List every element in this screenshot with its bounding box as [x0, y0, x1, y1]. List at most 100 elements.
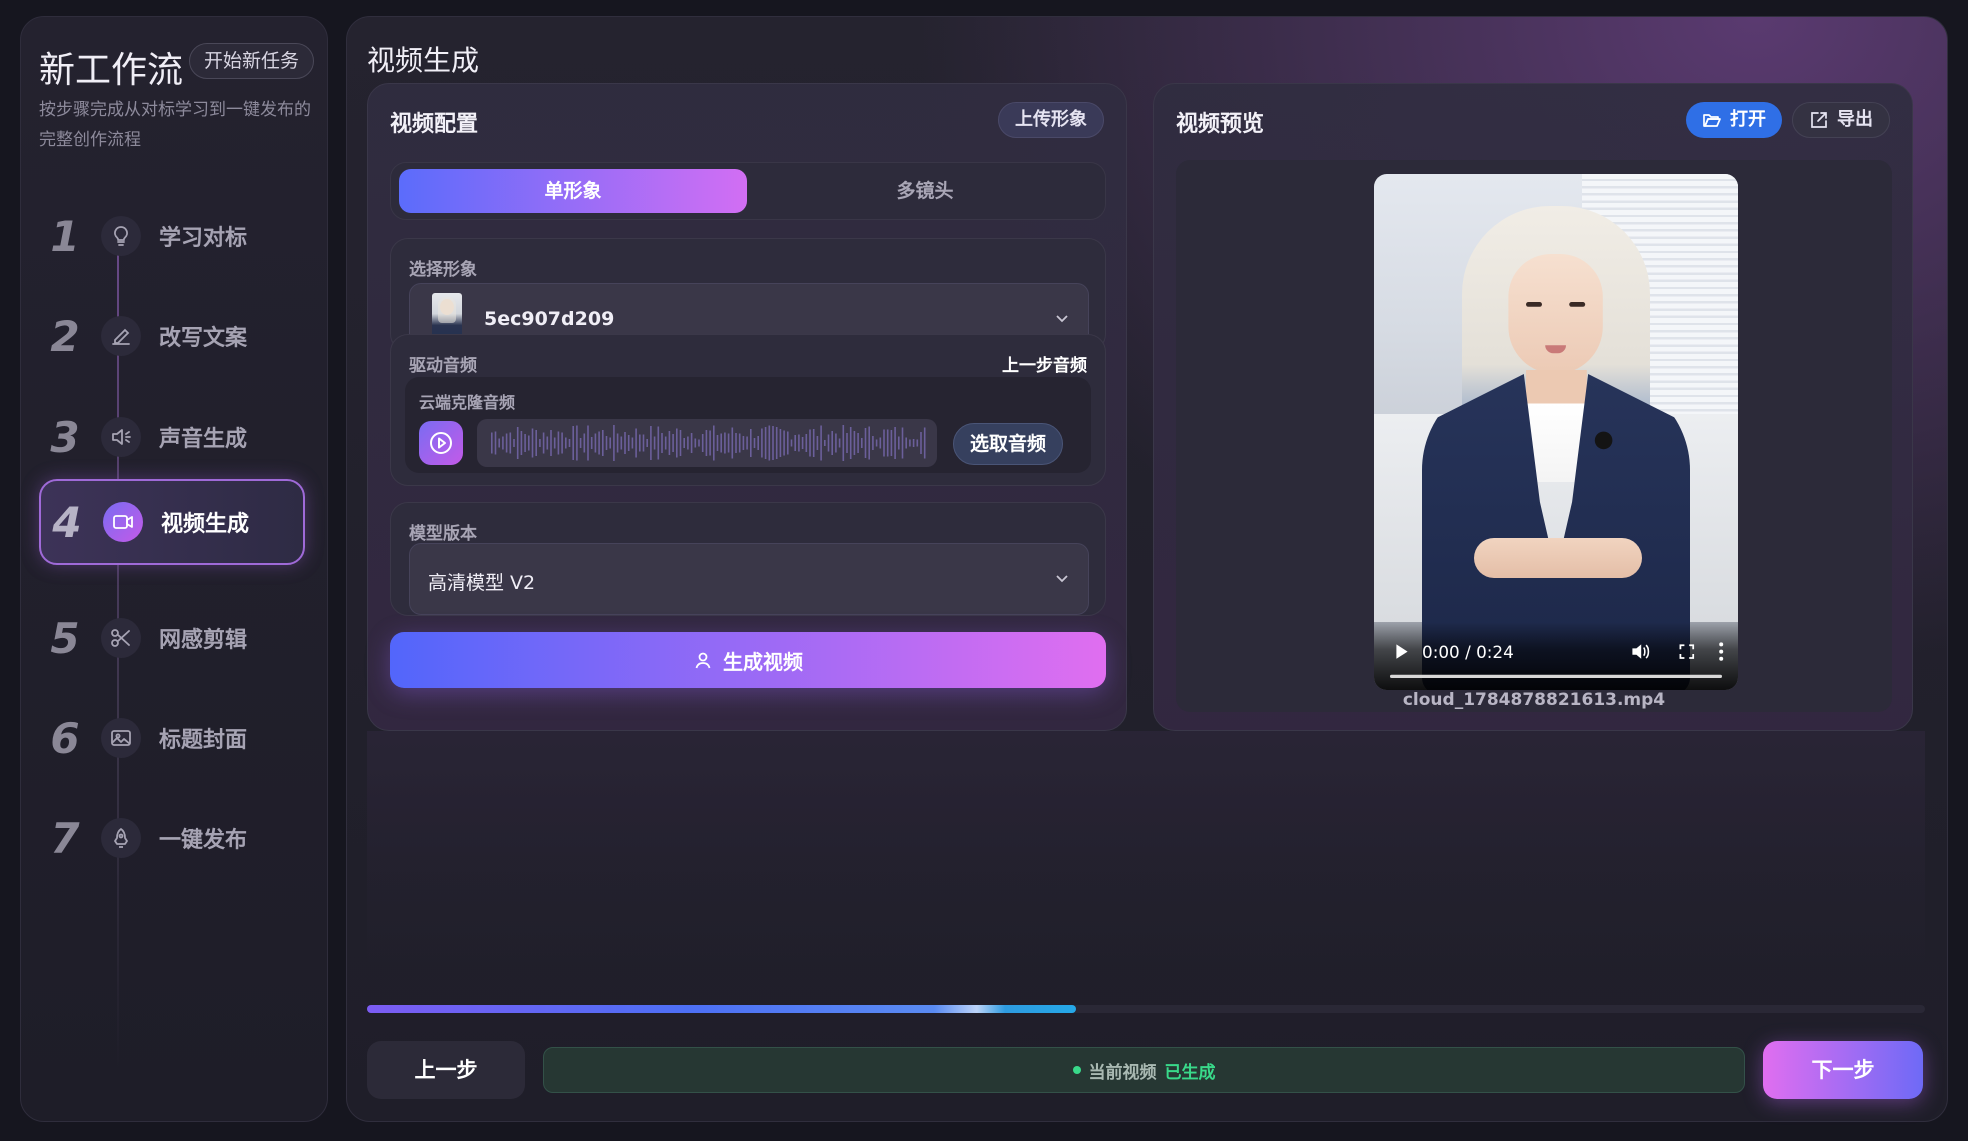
play-icon[interactable]: [1393, 643, 1409, 661]
prev-step-audio-link[interactable]: 上一步音频: [1002, 351, 1087, 376]
waveform-bar: [520, 431, 523, 455]
waveform-bar: [761, 428, 763, 458]
video-seek-bar[interactable]: [1390, 674, 1722, 678]
waveform-bar: [524, 434, 526, 452]
waveform-bar: [627, 435, 630, 451]
person-hands: [1474, 538, 1642, 578]
waveform-bar: [502, 436, 504, 450]
open-button[interactable]: 打开: [1686, 102, 1782, 138]
upload-avatar-button[interactable]: 上传形象: [998, 102, 1104, 138]
waveform-bar: [664, 436, 667, 450]
waveform-bar: [842, 425, 845, 461]
waveform-bar: [724, 432, 726, 454]
waveform-bar: [816, 436, 819, 450]
waveform-bar: [909, 439, 911, 447]
waveform-bar: [790, 439, 793, 447]
step-publish[interactable]: 7 一键发布: [39, 795, 305, 881]
pencil-icon: [101, 316, 141, 356]
model-section-label: 模型版本: [409, 524, 477, 544]
waveform-bar: [731, 427, 734, 459]
waveform-bar: [531, 428, 534, 458]
audio-section-label: 驱动音频: [409, 356, 477, 376]
waveform-bar: [505, 433, 508, 453]
waveform-bar: [809, 429, 811, 457]
volume-icon[interactable]: [1630, 641, 1651, 662]
waveform-bar: [676, 428, 678, 458]
status-bar: 当前视频 已生成: [543, 1047, 1745, 1093]
next-step-button[interactable]: 下一步: [1763, 1041, 1923, 1099]
tab-single-avatar[interactable]: 单形象: [399, 169, 747, 213]
waveform-bar: [576, 425, 578, 461]
waveform-bar: [602, 430, 604, 456]
waveform-bar: [916, 439, 919, 447]
waveform-bar: [872, 436, 874, 450]
waveform-bar: [491, 432, 493, 454]
page-title: 视频生成: [367, 44, 480, 77]
audio-source-box: 云端克隆音频 选取音频: [405, 377, 1091, 473]
model-select[interactable]: 高清模型 V2: [409, 543, 1089, 615]
image-icon: [101, 718, 141, 758]
waveform-bar: [735, 433, 737, 453]
waveform-bar: [912, 439, 915, 447]
waveform-bar: [812, 429, 815, 457]
waveform-bar: [705, 430, 708, 456]
waveform-bar: [546, 436, 549, 450]
waveform-bar: [657, 426, 660, 460]
step-video-generation[interactable]: 4 视频生成: [39, 479, 305, 565]
waveform-bar: [668, 431, 671, 455]
waveform-bar: [824, 440, 826, 446]
waveform-bar: [746, 436, 748, 450]
status-prefix: 当前视频: [1088, 1062, 1157, 1083]
step-learn-benchmark[interactable]: 1 学习对标: [39, 193, 305, 279]
config-footer-area: [367, 731, 1925, 981]
step-rewrite-copy[interactable]: 2 改写文案: [39, 293, 305, 379]
video-player[interactable]: 0:00 / 0:24: [1374, 174, 1738, 690]
lapel-mic: [1594, 431, 1613, 450]
waveform-bar: [642, 434, 645, 452]
waveform-bar: [672, 434, 674, 452]
step-voice-generation[interactable]: 3 声音生成: [39, 394, 305, 480]
more-vertical-icon[interactable]: [1718, 641, 1724, 662]
mode-segmented-control: 单形象 多镜头: [390, 162, 1106, 220]
waveform-bar: [750, 429, 752, 457]
person-face: [1508, 254, 1603, 374]
waveform-bar: [768, 425, 771, 461]
waveform-bar: [565, 437, 567, 449]
new-task-button[interactable]: 开始新任务: [189, 43, 315, 79]
workflow-progress-track: [367, 1005, 1925, 1013]
step-editing[interactable]: 5 网感剪辑: [39, 595, 305, 681]
waveform-bar: [598, 431, 600, 455]
step-number: 1: [50, 211, 80, 261]
waveform-bar: [687, 436, 689, 450]
waveform-bar: [853, 431, 856, 455]
fullscreen-icon[interactable]: [1678, 643, 1696, 661]
waveform-bar: [572, 426, 574, 460]
waveform-bar: [849, 427, 852, 459]
step-number: 4: [52, 497, 82, 547]
generate-video-label: 生成视频: [723, 649, 803, 674]
waveform-bar: [920, 432, 922, 454]
waveform-bar: [550, 430, 552, 456]
waveform-bar: [653, 436, 656, 450]
export-icon: [1811, 112, 1827, 128]
export-button[interactable]: 导出: [1792, 102, 1890, 138]
generate-video-button[interactable]: 生成视频: [390, 632, 1106, 688]
workflow-sidebar: 新工作流 开始新任务 按步骤完成从对标学习到一键发布的完整创作流程 1 学习对标…: [20, 16, 328, 1122]
prev-step-button[interactable]: 上一步: [367, 1041, 525, 1099]
waveform-bar: [894, 427, 896, 459]
waveform-bar: [650, 426, 652, 460]
waveform-bar: [605, 436, 608, 450]
video-time-display: 0:00 / 0:24: [1422, 642, 1514, 662]
waveform-bar: [683, 438, 685, 448]
step-title-cover[interactable]: 6 标题封面: [39, 695, 305, 781]
waveform-bar: [639, 434, 641, 452]
preview-title: 视频预览: [1176, 112, 1265, 137]
waveform-bar: [820, 425, 822, 461]
waveform-bar: [535, 430, 537, 456]
waveform-bar: [587, 425, 589, 461]
waveform-bar: [805, 434, 808, 452]
pick-audio-button[interactable]: 选取音频: [953, 423, 1064, 465]
play-audio-button[interactable]: [419, 421, 463, 465]
video-preview-card: 视频预览 打开 导出 0:00 / 0:24 cloud_17848788216…: [1153, 83, 1913, 731]
tab-multi-shot[interactable]: 多镜头: [751, 169, 1099, 213]
